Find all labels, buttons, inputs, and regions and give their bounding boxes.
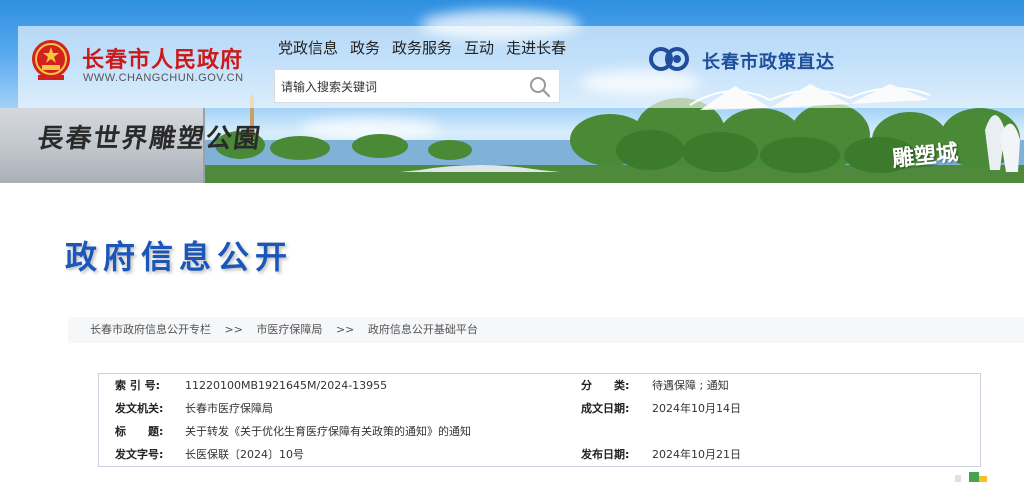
search-input[interactable] [281, 76, 521, 98]
partial-badge-icon [955, 472, 987, 482]
title-label: 标 题: [115, 425, 164, 438]
breadcrumb-item-info-platform[interactable]: 政府信息公开基础平台 [368, 323, 478, 336]
site-domain: WWW.CHANGCHUN.GOV.CN [83, 72, 244, 84]
nav-item-interaction[interactable]: 互动 [464, 37, 494, 58]
search-box [274, 69, 560, 103]
info-row: 发文机关: 长春市医疗保障局 成文日期: 2024年10月14日 [99, 397, 980, 420]
main-nav: 党政信息 政务 政务服务 互动 走进长春 [278, 37, 566, 58]
site-title[interactable]: 长春市人民政府 [82, 42, 243, 74]
category-value: 待遇保障 ; 通知 [652, 379, 729, 392]
category-label: 分 类: [581, 379, 630, 392]
national-emblem-icon [32, 40, 70, 80]
issuer-label: 发文机关: [115, 402, 164, 415]
stone-inscription: 長春世界雕塑公園 [35, 124, 264, 154]
publish-date-value: 2024年10月21日 [652, 448, 741, 461]
nav-item-government-services[interactable]: 政务服务 [392, 37, 452, 58]
document-title-value: 关于转发《关于优化生育医疗保障有关政策的通知》的通知 [185, 425, 471, 438]
breadcrumb-separator: >> [335, 323, 355, 336]
publish-date-label: 发布日期: [581, 448, 630, 461]
breadcrumb-item-medical-security-bureau[interactable]: 市医疗保障局 [256, 323, 322, 336]
sculpture-city-calligraphy: 雕塑城 [891, 139, 960, 173]
doc-number-label: 发文字号: [115, 448, 164, 461]
policy-direct-logo-icon [649, 47, 689, 71]
info-row: 发文字号: 长医保联〔2024〕10号 发布日期: 2024年10月21日 [99, 443, 980, 466]
written-date-value: 2024年10月14日 [652, 402, 741, 415]
nav-item-government-affairs[interactable]: 政务 [350, 37, 380, 58]
doc-number-value: 长医保联〔2024〕10号 [185, 448, 304, 461]
issuer-value: 长春市医疗保障局 [185, 402, 273, 415]
index-label: 索 引 号: [115, 379, 161, 392]
info-row: 索 引 号: 11220100MB1921645M/2024-13955 分 类… [99, 374, 980, 397]
document-info-table: 索 引 号: 11220100MB1921645M/2024-13955 分 类… [98, 373, 981, 467]
header-banner: 长春市人民政府 WWW.CHANGCHUN.GOV.CN 党政信息 政务 政务服… [0, 0, 1024, 183]
info-row: 标 题: 关于转发《关于优化生育医疗保障有关政策的通知》的通知 [99, 420, 980, 443]
breadcrumb: 长春市政府信息公开专栏 >> 市医疗保障局 >> 政府信息公开基础平台 [68, 317, 1024, 343]
page-title: 政府信息公开 [65, 238, 294, 276]
nav-item-party-info[interactable]: 党政信息 [278, 37, 338, 58]
policy-direct-link[interactable]: 长春市政策直达 [702, 48, 835, 74]
nav-item-about-changchun[interactable]: 走进长春 [506, 37, 566, 58]
breadcrumb-separator: >> [224, 323, 243, 336]
search-icon[interactable] [529, 76, 551, 98]
index-value: 11220100MB1921645M/2024-13955 [185, 379, 388, 392]
breadcrumb-item-open-column[interactable]: 长春市政府信息公开专栏 [90, 323, 211, 336]
written-date-label: 成文日期: [581, 402, 630, 415]
